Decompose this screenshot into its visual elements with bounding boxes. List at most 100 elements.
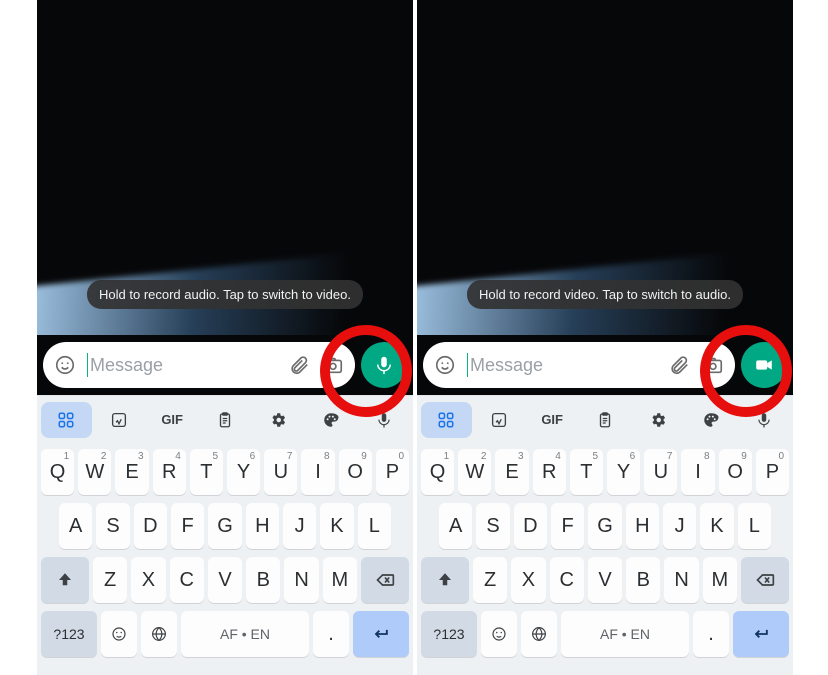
message-input-bar: Message <box>37 335 413 395</box>
toolbar-grid-icon[interactable] <box>41 402 92 438</box>
key-e[interactable]: E3 <box>115 449 148 495</box>
keyboard-row-2: ASDFGHJKL <box>421 503 789 549</box>
key-a[interactable]: A <box>59 503 92 549</box>
message-input[interactable]: Message <box>87 353 277 377</box>
key-p[interactable]: P0 <box>376 449 409 495</box>
key-n[interactable]: N <box>284 557 318 603</box>
toolbar-settings-icon[interactable] <box>632 402 683 438</box>
toolbar-palette-icon[interactable] <box>685 402 736 438</box>
key-o[interactable]: O9 <box>339 449 372 495</box>
symbols-key[interactable]: ?123 <box>421 611 477 657</box>
key-k[interactable]: K <box>320 503 353 549</box>
globe-key[interactable] <box>141 611 177 657</box>
keyboard-row-3: ZXCVBNM <box>421 557 789 603</box>
spacebar-key[interactable]: AF • EN <box>561 611 689 657</box>
key-z[interactable]: Z <box>93 557 127 603</box>
key-c[interactable]: C <box>170 557 204 603</box>
key-f[interactable]: F <box>551 503 584 549</box>
key-e[interactable]: E3 <box>495 449 528 495</box>
period-key[interactable]: . <box>693 611 729 657</box>
backspace-key[interactable] <box>741 557 789 603</box>
key-l[interactable]: L <box>358 503 391 549</box>
key-l[interactable]: L <box>738 503 771 549</box>
key-d[interactable]: D <box>514 503 547 549</box>
toolbar-clipboard-icon[interactable] <box>200 402 251 438</box>
attachment-icon[interactable] <box>667 353 691 377</box>
key-n[interactable]: N <box>664 557 698 603</box>
key-m[interactable]: M <box>323 557 357 603</box>
key-p[interactable]: P0 <box>756 449 789 495</box>
key-q[interactable]: Q1 <box>421 449 454 495</box>
toolbar-mic-icon[interactable] <box>738 402 789 438</box>
camera-icon[interactable] <box>321 353 345 377</box>
key-w[interactable]: W2 <box>458 449 491 495</box>
key-t[interactable]: T5 <box>190 449 223 495</box>
enter-key[interactable] <box>733 611 789 657</box>
key-u[interactable]: U7 <box>644 449 677 495</box>
key-a[interactable]: A <box>439 503 472 549</box>
key-i[interactable]: I8 <box>681 449 714 495</box>
key-b[interactable]: B <box>246 557 280 603</box>
key-h[interactable]: H <box>626 503 659 549</box>
camera-icon[interactable] <box>701 353 725 377</box>
message-input-bar: Message <box>417 335 793 395</box>
toolbar-palette-icon[interactable] <box>305 402 356 438</box>
key-j[interactable]: J <box>663 503 696 549</box>
key-y[interactable]: Y6 <box>607 449 640 495</box>
phone-right: Hold to record video. Tap to switch to a… <box>417 0 793 675</box>
emoji-icon[interactable] <box>433 353 457 377</box>
key-w[interactable]: W2 <box>78 449 111 495</box>
message-input-pill: Message <box>43 342 355 388</box>
key-v[interactable]: V <box>208 557 242 603</box>
toolbar-sticker-icon[interactable] <box>474 402 525 438</box>
key-b[interactable]: B <box>626 557 660 603</box>
key-u[interactable]: U7 <box>264 449 297 495</box>
toolbar-sticker-icon[interactable] <box>94 402 145 438</box>
key-v[interactable]: V <box>588 557 622 603</box>
attachment-icon[interactable] <box>287 353 311 377</box>
shift-key[interactable] <box>41 557 89 603</box>
key-m[interactable]: M <box>703 557 737 603</box>
toolbar-clipboard-icon[interactable] <box>580 402 631 438</box>
emoji-key[interactable] <box>481 611 517 657</box>
record-video-button[interactable] <box>741 342 787 388</box>
key-x[interactable]: X <box>511 557 545 603</box>
backspace-key[interactable] <box>361 557 409 603</box>
toolbar-gif-label[interactable]: GIF <box>147 402 198 438</box>
key-r[interactable]: R4 <box>533 449 566 495</box>
message-input[interactable]: Message <box>467 353 657 377</box>
period-key[interactable]: . <box>313 611 349 657</box>
toolbar-mic-icon[interactable] <box>358 402 409 438</box>
keyboard: Q1W2E3R4T5Y6U7I8O9P0 ASDFGHJKL ZXCVBNM ?… <box>37 443 413 675</box>
enter-key[interactable] <box>353 611 409 657</box>
key-f[interactable]: F <box>171 503 204 549</box>
toolbar-grid-icon[interactable] <box>421 402 472 438</box>
key-g[interactable]: G <box>208 503 241 549</box>
key-k[interactable]: K <box>700 503 733 549</box>
key-c[interactable]: C <box>550 557 584 603</box>
symbols-key[interactable]: ?123 <box>41 611 97 657</box>
key-s[interactable]: S <box>96 503 129 549</box>
record-audio-button[interactable] <box>361 342 407 388</box>
shift-key[interactable] <box>421 557 469 603</box>
key-h[interactable]: H <box>246 503 279 549</box>
key-z[interactable]: Z <box>473 557 507 603</box>
key-y[interactable]: Y6 <box>227 449 260 495</box>
spacebar-key[interactable]: AF • EN <box>181 611 309 657</box>
record-hint-tooltip: Hold to record video. Tap to switch to a… <box>467 280 743 309</box>
key-s[interactable]: S <box>476 503 509 549</box>
key-o[interactable]: O9 <box>719 449 752 495</box>
key-q[interactable]: Q1 <box>41 449 74 495</box>
key-j[interactable]: J <box>283 503 316 549</box>
toolbar-gif-label[interactable]: GIF <box>527 402 578 438</box>
toolbar-settings-icon[interactable] <box>252 402 303 438</box>
key-r[interactable]: R4 <box>153 449 186 495</box>
globe-key[interactable] <box>521 611 557 657</box>
emoji-key[interactable] <box>101 611 137 657</box>
emoji-icon[interactable] <box>53 353 77 377</box>
key-g[interactable]: G <box>588 503 621 549</box>
key-d[interactable]: D <box>134 503 167 549</box>
key-i[interactable]: I8 <box>301 449 334 495</box>
key-t[interactable]: T5 <box>570 449 603 495</box>
key-x[interactable]: X <box>131 557 165 603</box>
